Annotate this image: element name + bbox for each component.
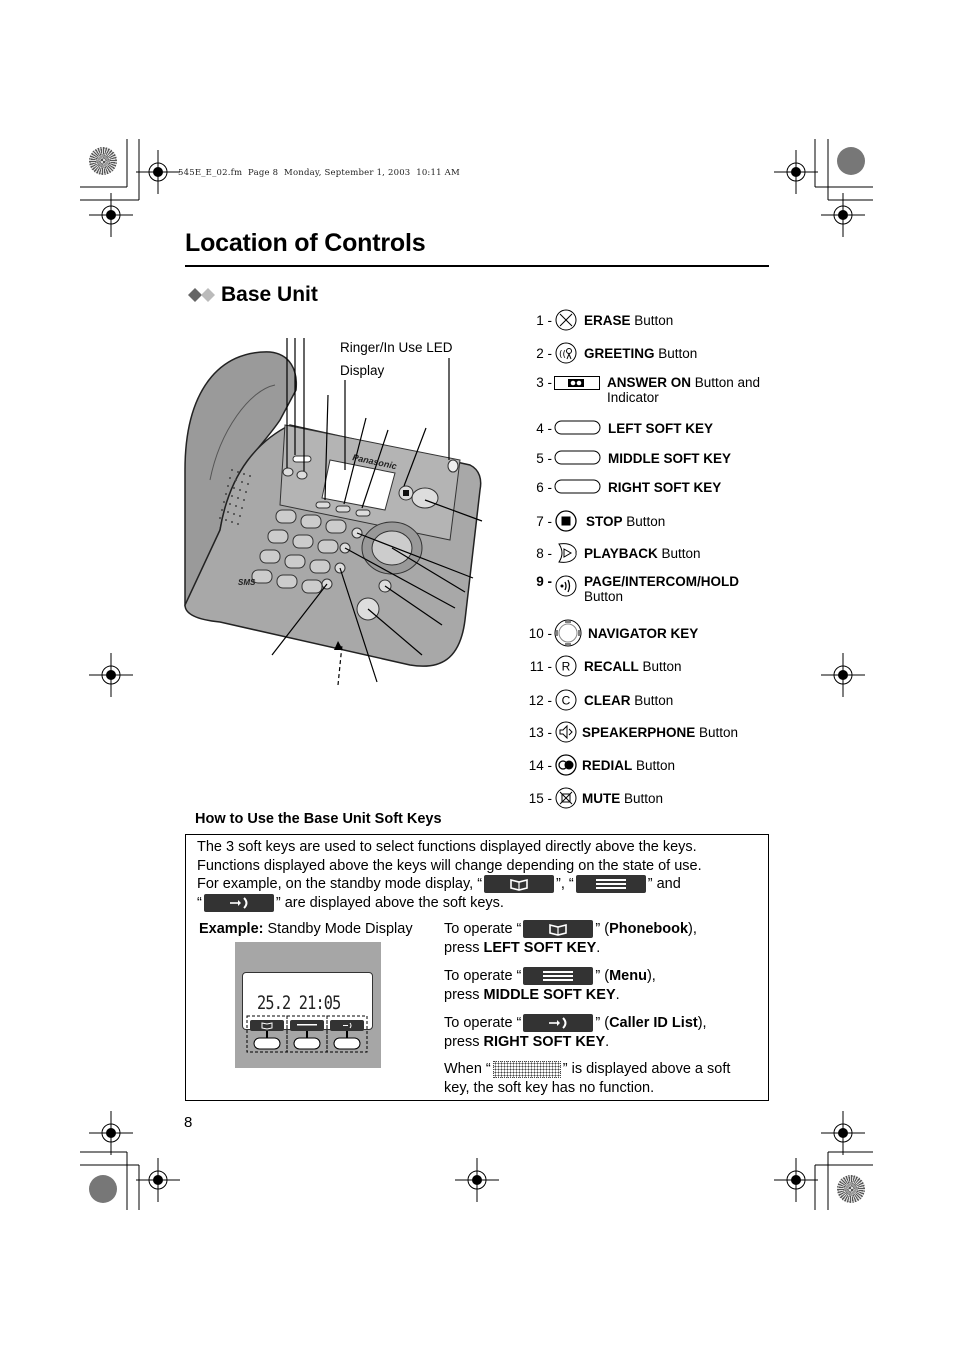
caller-id-icon: [523, 1014, 594, 1033]
section-title-text: Base Unit: [221, 283, 318, 306]
no-function-note: When “” is displayed above a soft key, t…: [444, 1060, 731, 1096]
speakerphone-icon: [555, 721, 577, 743]
starburst-mark-icon: [837, 1175, 865, 1203]
greeting-icon: ((: [555, 342, 577, 364]
registration-mark-icon: [136, 1158, 180, 1202]
svg-text:((: ((: [559, 350, 566, 360]
registration-mark-icon: [455, 1158, 499, 1202]
phonebook-icon: [484, 875, 555, 894]
menu-icon: [523, 967, 594, 986]
soft-key-icon: [554, 420, 601, 435]
caller-id-icon: [203, 893, 274, 912]
svg-text:C: C: [562, 694, 571, 708]
registration-mark-icon: [136, 150, 180, 194]
menu-icon: [575, 875, 646, 894]
recall-icon: R: [555, 655, 577, 677]
registration-mark-icon: [774, 150, 818, 194]
section-title: Base Unit: [187, 283, 318, 307]
control-item-4: 4 - LEFT SOFT KEY: [536, 420, 714, 436]
phonebook-icon: [523, 920, 594, 939]
control-item-13: 13 - SPEAKERPHONE Button: [522, 720, 738, 744]
intro-line-4: “” are displayed above the soft keys.: [197, 893, 504, 912]
page-intercom-hold-icon: [555, 575, 577, 597]
stop-icon: [555, 510, 577, 532]
control-item-6: 6 - RIGHT SOFT KEY: [536, 479, 722, 495]
control-item-15: 15 - MUTE Button: [522, 786, 663, 810]
soft-keys-heading: How to Use the Base Unit Soft Keys: [195, 811, 442, 827]
control-item-7: 7 - STOP Button: [530, 509, 665, 533]
control-item-3: 3 - ANSWER ON Button and Indicator: [536, 375, 761, 405]
control-item-14: 14 - REDIAL Button: [522, 753, 675, 777]
svg-text:R: R: [562, 660, 571, 674]
registration-mark-icon: [89, 1111, 133, 1155]
soft-key-diagram: [246, 1015, 368, 1053]
registration-mark-icon: [821, 193, 865, 237]
control-item-12: 12 - C CLEAR Button: [522, 688, 673, 712]
title-rule: [185, 265, 769, 267]
operation-caller-id: To operate “” (Caller ID List), press RI…: [444, 1014, 707, 1050]
registration-mark-icon: [89, 653, 133, 697]
control-item-1: 1 - ERASE Button: [530, 308, 673, 332]
example-label: Example: Standby Mode Display: [199, 921, 413, 937]
file-header-line: 545E_E_02.fm Page 8 Monday, September 1,…: [178, 168, 460, 178]
intro-line-1: The 3 soft keys are used to select funct…: [197, 839, 697, 855]
navigator-key-icon: [554, 619, 582, 647]
control-item-5: 5 - MIDDLE SOFT KEY: [536, 450, 732, 466]
intro-line-2: Functions displayed above the keys will …: [197, 857, 702, 874]
gray-disk-mark-icon: [837, 147, 865, 175]
registration-mark-icon: [821, 653, 865, 697]
clear-icon: C: [555, 689, 577, 711]
mute-icon: [555, 787, 577, 809]
erase-icon: [555, 309, 577, 331]
playback-icon: [558, 543, 577, 563]
answer-on-icon: [554, 376, 600, 390]
control-item-8: 8 - PLAYBACK Button: [530, 541, 701, 565]
control-item-10: 10 - NAVIGATOR KEY: [522, 619, 698, 647]
registration-mark-icon: [821, 1111, 865, 1155]
base-unit-illustration: Panasonic SMS: [180, 330, 490, 690]
ringer-led-callout: Ringer/In Use LED: [340, 340, 453, 355]
soft-key-icon: [554, 450, 601, 465]
control-item-2: 2 - (( GREETING Button: [530, 341, 697, 365]
operation-menu: To operate “” (Menu), press MIDDLE SOFT …: [444, 967, 656, 1003]
no-function-icon: [492, 1060, 561, 1078]
display-callout: Display: [340, 363, 385, 378]
standby-display-example: 25.2 21:05: [235, 942, 381, 1068]
redial-icon: [555, 754, 577, 776]
control-item-9: 9 - PAGE/INTERCOM/HOLD Button: [536, 574, 739, 604]
sms-text: SMS: [238, 578, 256, 587]
diamond-bullet-icon: [188, 288, 215, 302]
soft-keys-intro: The 3 soft keys are used to select funct…: [197, 838, 762, 912]
page-number: 8: [184, 1114, 193, 1131]
page-title: Location of Controls: [185, 229, 426, 257]
control-item-11: 11 - R RECALL Button: [522, 654, 682, 678]
registration-mark-icon: [774, 1158, 818, 1202]
operation-phonebook: To operate “” (Phonebook), press LEFT SO…: [444, 920, 697, 956]
starburst-mark-icon: [89, 147, 117, 175]
soft-key-icon: [554, 479, 601, 494]
intro-line-3: For example, on the standby mode display…: [197, 875, 681, 894]
registration-mark-icon: [89, 193, 133, 237]
gray-disk-mark-icon: [89, 1175, 117, 1203]
